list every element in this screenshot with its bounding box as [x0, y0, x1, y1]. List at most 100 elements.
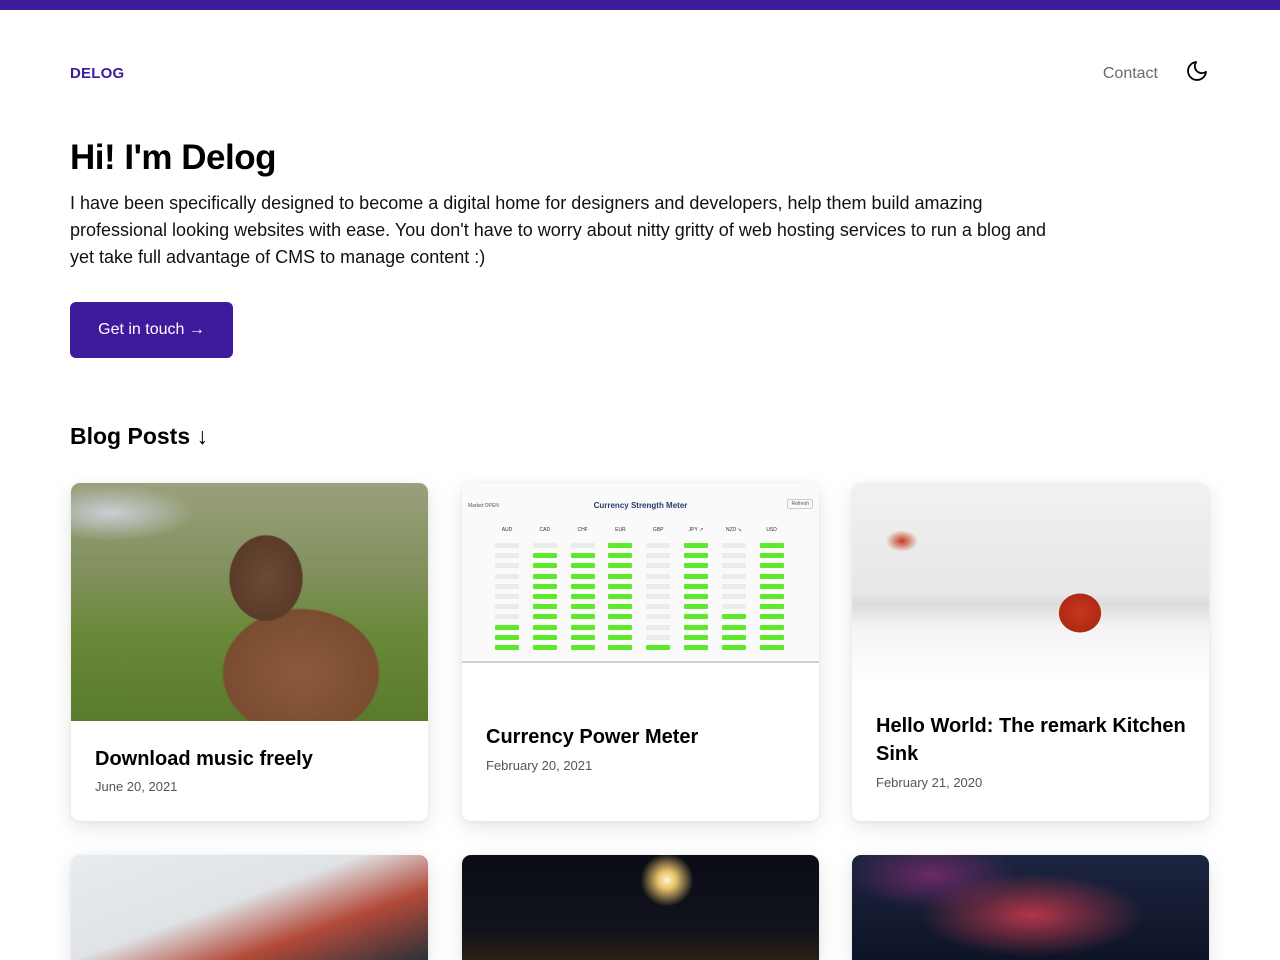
strength-segment — [495, 553, 519, 559]
strength-segment — [646, 645, 671, 650]
strength-segment — [495, 594, 519, 599]
post-card[interactable] — [71, 855, 428, 960]
strength-segment — [532, 634, 557, 640]
post-date: June 20, 2021 — [95, 779, 178, 794]
strength-segment — [495, 583, 519, 589]
strength-segment — [570, 624, 595, 630]
strength-segment — [759, 563, 784, 569]
strength-segment — [684, 543, 708, 548]
strength-segment — [570, 543, 595, 548]
strength-segment — [759, 624, 784, 630]
strength-segment — [608, 543, 633, 548]
currency-strength-column — [570, 543, 595, 655]
strength-segment — [608, 563, 633, 569]
strength-segment — [684, 624, 708, 630]
strength-segment — [608, 594, 633, 599]
strength-segment — [532, 624, 557, 630]
strength-segment — [684, 645, 708, 650]
strength-segment — [608, 634, 633, 640]
post-thumbnail-image — [852, 483, 1209, 684]
strength-segment — [684, 594, 708, 599]
strength-segment — [608, 645, 633, 650]
strength-segment — [608, 583, 633, 589]
currency-strength-column — [532, 543, 557, 655]
currency-label: USD — [766, 527, 777, 533]
strength-segment — [608, 624, 633, 630]
strength-segment — [684, 614, 708, 620]
theme-toggle-button[interactable] — [1184, 58, 1210, 84]
strength-segment — [608, 614, 633, 620]
strength-segment — [721, 553, 746, 559]
strength-segment — [608, 604, 633, 610]
strength-segment — [495, 573, 519, 579]
get-in-touch-button[interactable]: Get in touch → — [70, 302, 233, 358]
site-logo[interactable]: DELOG — [70, 65, 124, 82]
hero-description: I have been specifically designed to bec… — [70, 193, 1047, 267]
strength-segment — [570, 573, 595, 579]
currency-label: JPY ↗ — [688, 527, 704, 533]
strength-segment — [646, 543, 671, 548]
strength-segment — [646, 624, 671, 630]
strength-segment — [532, 543, 557, 548]
strength-segment — [646, 634, 671, 640]
strength-segment — [721, 583, 746, 589]
strength-segment — [721, 645, 746, 650]
strength-segment — [495, 563, 519, 569]
post-card-download-music[interactable]: Download music freely June 20, 2021 — [71, 483, 428, 821]
site-header: DELOG Contact — [70, 61, 1210, 88]
strength-segment — [759, 543, 784, 548]
strength-segment — [759, 594, 784, 599]
post-card[interactable] — [462, 855, 819, 960]
currency-label: GBP — [652, 527, 664, 533]
top-accent-bar — [0, 0, 1280, 10]
strength-segment — [759, 645, 784, 650]
strength-segment — [570, 553, 595, 559]
post-thumbnail-image — [852, 855, 1209, 960]
strength-segment — [646, 553, 671, 559]
currency-label: EUR — [615, 527, 626, 533]
strength-segment — [495, 543, 519, 548]
nav-contact-link[interactable]: Contact — [1103, 65, 1158, 83]
post-thumbnail-image — [71, 855, 428, 960]
strength-segment — [570, 563, 595, 569]
strength-segment — [495, 645, 519, 650]
post-title[interactable]: Download music freely — [95, 745, 405, 773]
strength-segment — [570, 604, 595, 610]
post-thumbnail-image: Market OPEN Currency Strength Meter Refr… — [462, 483, 819, 663]
strength-segment — [532, 583, 557, 589]
strength-segment — [759, 634, 784, 640]
meter-title: Currency Strength Meter — [593, 501, 688, 510]
currency-label: NZD ↘ — [725, 527, 742, 533]
blog-posts-heading: Blog Posts ↓ — [70, 423, 209, 449]
strength-segment — [759, 573, 784, 579]
strength-segment — [646, 573, 671, 579]
currency-strength-column — [721, 543, 746, 655]
post-card-hello-world[interactable]: Hello World: The remark Kitchen Sink Feb… — [852, 483, 1209, 821]
strength-segment — [759, 604, 784, 610]
strength-segment — [532, 563, 557, 569]
post-card[interactable] — [852, 855, 1209, 960]
post-title[interactable]: Hello World: The remark Kitchen Sink — [876, 712, 1186, 768]
currency-strength-column — [495, 543, 519, 655]
strength-segment — [684, 634, 708, 640]
strength-segment — [495, 624, 519, 630]
strength-segment — [684, 583, 708, 589]
strength-segment — [495, 614, 519, 620]
strength-segment — [684, 563, 708, 569]
strength-segment — [759, 583, 784, 589]
currency-label: CHF — [577, 527, 588, 533]
strength-segment — [532, 573, 557, 579]
post-thumbnail-image — [462, 855, 819, 960]
currency-label: AUD — [501, 527, 513, 533]
strength-segment — [721, 573, 746, 579]
post-title[interactable]: Currency Power Meter — [486, 723, 796, 751]
post-card-currency-meter[interactable]: Market OPEN Currency Strength Meter Refr… — [462, 483, 819, 821]
strength-segment — [684, 553, 708, 559]
strength-segment — [570, 614, 595, 620]
strength-segment — [646, 594, 671, 599]
strength-segment — [721, 594, 746, 599]
strength-segment — [721, 614, 746, 620]
strength-segment — [646, 563, 671, 569]
strength-segment — [721, 624, 746, 630]
strength-segment — [532, 604, 557, 610]
